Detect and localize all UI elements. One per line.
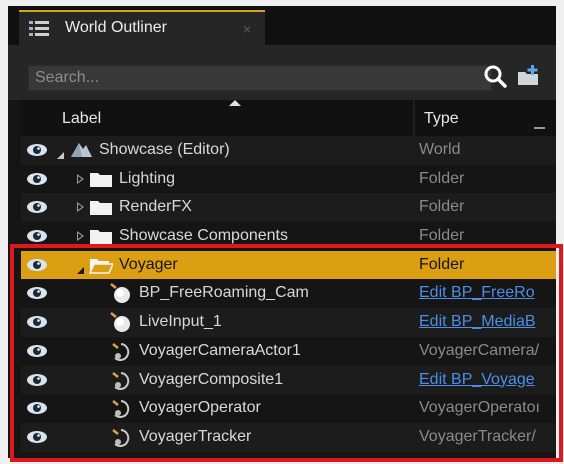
folder-icon <box>89 196 113 218</box>
row-label: BP_FreeRoaming_Cam <box>139 284 309 302</box>
world-icon <box>69 139 93 161</box>
tree-row[interactable]: Showcase Components Folder <box>21 222 556 251</box>
actor-icon <box>109 397 133 419</box>
row-type: VoyagerOperatoı <box>419 399 540 417</box>
tree-row[interactable]: VoyagerComposite1 Edit BP_Voyage <box>21 365 556 395</box>
row-type: Folder <box>419 169 465 187</box>
visibility-eye-icon[interactable] <box>26 258 48 272</box>
search-icon[interactable] <box>483 64 509 90</box>
folder-open-icon <box>88 254 115 276</box>
actor-icon <box>109 369 133 391</box>
tab-bar: World Outliner × <box>8 6 556 45</box>
tree-row[interactable]: VoyagerOperator VoyagerOperatoı <box>21 394 556 423</box>
expand-arrow-icon[interactable] <box>77 231 84 242</box>
search-box[interactable] <box>28 65 492 91</box>
folder-icon <box>89 168 113 190</box>
sphere-icon <box>109 282 133 304</box>
folder-icon <box>89 225 113 247</box>
row-label: Voyager <box>119 255 178 273</box>
column-type-header[interactable]: Type <box>424 110 459 128</box>
row-type: VoyagerTracker/ <box>419 427 536 445</box>
tree-row[interactable]: VoyagerTracker VoyagerTracker/ <box>21 422 556 452</box>
tab-title: World Outliner <box>65 19 167 36</box>
world-outliner-window: World Outliner × Label Type Showcase (Ed… <box>8 6 556 458</box>
row-label: VoyagerOperator <box>139 399 261 417</box>
visibility-eye-icon[interactable] <box>26 286 48 300</box>
row-label: Showcase Components <box>119 227 288 245</box>
row-label: VoyagerComposite1 <box>139 370 284 388</box>
visibility-eye-icon[interactable] <box>26 373 48 387</box>
search-input[interactable] <box>29 66 475 90</box>
tree-row[interactable]: RenderFX Folder <box>21 193 556 223</box>
visibility-eye-icon[interactable] <box>26 430 48 444</box>
row-type: VoyagerCamera/ <box>419 341 540 359</box>
tab-world-outliner[interactable]: World Outliner × <box>19 10 265 45</box>
row-label: LiveInput_1 <box>139 313 222 331</box>
column-label-header[interactable]: Label <box>62 110 101 128</box>
visibility-eye-icon[interactable] <box>26 172 48 186</box>
outliner-tree: Showcase (Editor) World Lighting Folder Rend… <box>21 136 556 452</box>
column-divider[interactable] <box>413 100 415 136</box>
edit-blueprint-link[interactable]: Edit BP_MediaB <box>419 313 556 331</box>
expand-arrow-icon[interactable] <box>77 202 84 213</box>
sphere-icon <box>109 311 133 333</box>
row-label: RenderFX <box>119 198 192 216</box>
tree-row[interactable]: BP_FreeRoaming_Cam Edit BP_FreeRo <box>21 279 556 308</box>
tree-row[interactable]: Voyager Folder <box>21 250 556 280</box>
row-type: Folder <box>419 227 465 245</box>
row-label: Lighting <box>119 169 176 187</box>
visibility-eye-icon[interactable] <box>26 315 48 329</box>
actor-icon <box>109 426 133 448</box>
tree-row[interactable]: VoyagerCameraActor1 VoyagerCamera/ <box>21 337 556 366</box>
collapse-arrow-icon[interactable] <box>57 145 64 159</box>
tree-row[interactable]: LiveInput_1 Edit BP_MediaB <box>21 308 556 337</box>
actor-icon <box>109 340 133 362</box>
column-menu-icon[interactable] <box>534 127 545 129</box>
toolbar <box>8 45 556 100</box>
visibility-eye-icon[interactable] <box>26 401 48 415</box>
outliner-icon <box>29 21 49 36</box>
row-label: VoyagerCameraActor1 <box>139 341 301 359</box>
row-label: Showcase (Editor) <box>99 141 230 158</box>
row-type: World <box>419 141 461 158</box>
tree-row[interactable]: Lighting Folder <box>21 165 556 194</box>
sort-ascending-icon <box>229 100 241 106</box>
visibility-eye-icon[interactable] <box>26 229 48 243</box>
visibility-eye-icon[interactable] <box>26 344 48 358</box>
close-icon[interactable]: × <box>243 21 251 37</box>
visibility-eye-icon[interactable] <box>26 200 48 214</box>
tree-row[interactable]: Showcase (Editor) World <box>21 136 556 165</box>
visibility-eye-icon[interactable] <box>26 143 48 157</box>
edit-blueprint-link[interactable]: Edit BP_FreeRo <box>419 284 556 302</box>
expand-arrow-icon[interactable] <box>77 173 84 184</box>
column-header: Label Type <box>21 100 556 136</box>
row-type: Folder <box>419 255 465 273</box>
row-type: Folder <box>419 198 465 216</box>
row-label: VoyagerTracker <box>139 427 252 445</box>
add-folder-icon[interactable] <box>516 63 542 89</box>
collapse-arrow-icon[interactable] <box>77 260 84 274</box>
edit-blueprint-link[interactable]: Edit BP_Voyage <box>419 371 556 389</box>
